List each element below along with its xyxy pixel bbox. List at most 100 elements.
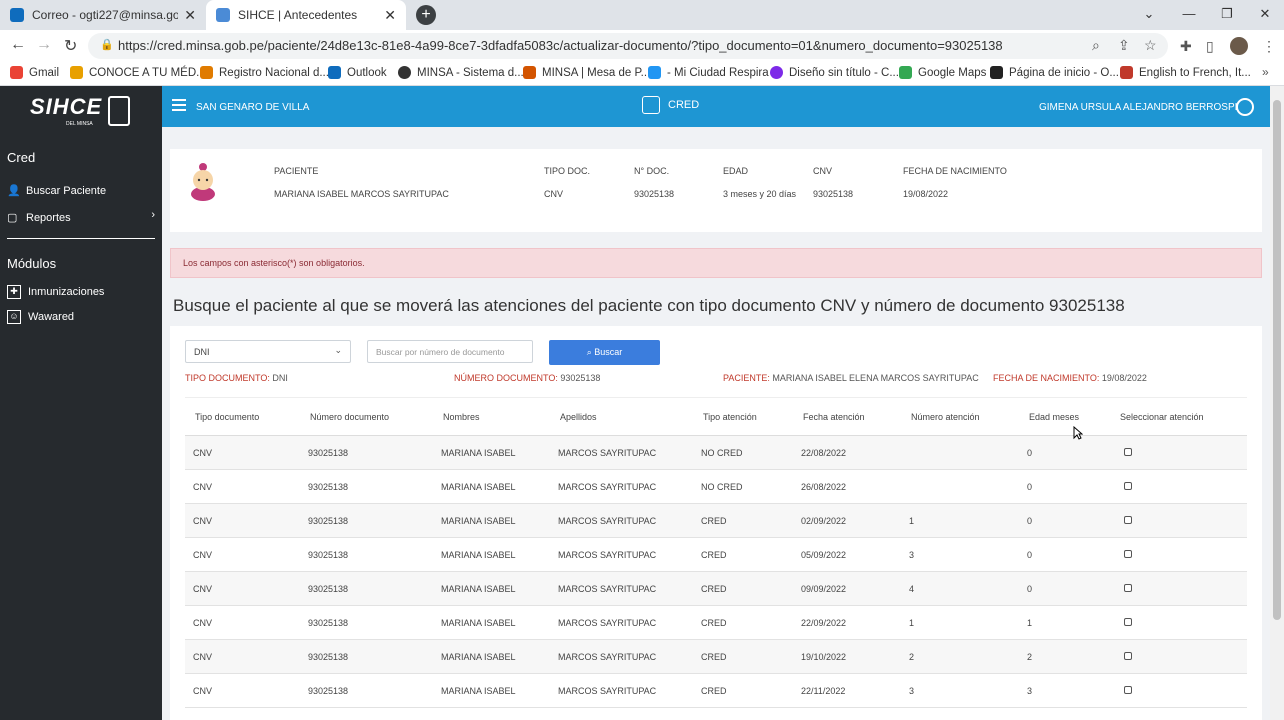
bookmark-item[interactable]: - Mi Ciudad Respira xyxy=(648,66,769,79)
share-icon[interactable]: ⇪ xyxy=(1118,37,1130,54)
sihce-logo[interactable]: SIHCE DEL MINSA xyxy=(30,94,130,128)
table-cell: 93025138 xyxy=(300,639,433,674)
bookmark-item[interactable]: Página de inicio - O... xyxy=(990,66,1119,79)
age-label: EDAD xyxy=(723,166,749,176)
table-row: CNV 93025138 MARIANA ISABEL MARCOS SAYRITUP… xyxy=(185,537,1247,572)
bookmark-item[interactable]: MINSA | Mesa de P... xyxy=(523,66,650,79)
doc-type-value: CNV xyxy=(544,189,564,199)
bookmark-item[interactable]: MINSA - Sistema d... xyxy=(398,66,524,79)
select-attention-checkbox[interactable] xyxy=(1124,515,1132,524)
sidebar-item-buscar-paciente[interactable]: 👤 Buscar Paciente xyxy=(7,184,106,198)
bookmark-item[interactable]: Registro Nacional d... xyxy=(200,66,329,79)
kebab-menu-icon[interactable]: ⋮ xyxy=(1262,38,1276,55)
birthdate-value: 19/08/2022 xyxy=(903,189,949,199)
result-patient-value: MARIANA ISABEL ELENA MARCOS SAYRITUPAC xyxy=(772,373,979,383)
syringe-icon: ✚ xyxy=(7,285,21,299)
extensions-icon[interactable]: ✚ xyxy=(1180,38,1192,55)
table-cell: 3 xyxy=(901,673,1019,708)
cnv-value: 93025138 xyxy=(813,189,854,199)
table-cell: NO CRED xyxy=(693,469,793,504)
result-doc-type: TIPO DOCUMENTO: DNI xyxy=(185,373,288,383)
doc-type-select[interactable]: DNI ⌄ xyxy=(185,340,351,363)
table-cell: CRED xyxy=(693,605,793,640)
bookmark-label: Outlook xyxy=(347,66,387,79)
outlook-icon xyxy=(328,66,341,79)
sidebar-item-inmunizaciones[interactable]: ✚ Inmunizaciones xyxy=(7,285,104,299)
scrollbar-thumb[interactable] xyxy=(1273,100,1281,620)
restore-button[interactable]: ❐ xyxy=(1208,0,1246,30)
back-arrow-icon[interactable]: ← xyxy=(10,36,26,54)
close-window-button[interactable]: ✕ xyxy=(1246,0,1284,30)
bookmark-item[interactable]: Diseño sin título - C... xyxy=(770,66,899,79)
select-attention-checkbox[interactable] xyxy=(1124,617,1132,626)
result-doc-number-value: 93025138 xyxy=(560,373,601,383)
doc-number-label: N° DOC. xyxy=(634,166,670,176)
result-doc-number-label: NÚMERO DOCUMENTO: xyxy=(454,373,558,383)
table-cell: 26/08/2022 xyxy=(793,469,901,504)
tab-label: SIHCE | Antecedentes xyxy=(238,8,358,22)
bookmark-label: Diseño sin título - C... xyxy=(789,66,899,79)
close-tab-icon[interactable]: ✕ xyxy=(384,7,396,24)
minimize-button[interactable]: — xyxy=(1170,0,1208,30)
reload-icon[interactable]: ↻ xyxy=(64,36,77,56)
user-icon: 👤 xyxy=(7,185,21,197)
page-scrollbar[interactable] xyxy=(1270,86,1284,720)
table-header-row: Tipo documento Número documento Nombres … xyxy=(185,397,1247,436)
star-icon[interactable]: ☆ xyxy=(1144,37,1157,54)
url-field[interactable]: 🔒 https://cred.minsa.gob.pe/paciente/24d… xyxy=(88,33,1168,59)
forward-arrow-icon[interactable]: → xyxy=(36,36,52,54)
table-cell: MARIANA ISABEL xyxy=(433,673,550,708)
hamburger-menu-icon[interactable] xyxy=(172,99,186,111)
select-cell xyxy=(1110,503,1247,538)
bookmark-favicon-icon xyxy=(398,66,411,79)
select-attention-checkbox[interactable] xyxy=(1124,447,1132,456)
select-cell xyxy=(1110,469,1247,504)
table-cell: CNV xyxy=(185,673,300,708)
new-tab-button[interactable]: + xyxy=(416,5,436,25)
user-avatar-icon[interactable] xyxy=(1236,98,1254,116)
address-bar-row: ← → ↻ 🔒 https://cred.minsa.gob.pe/pacien… xyxy=(0,30,1284,62)
mouse-cursor-icon xyxy=(1073,426,1083,440)
bookmark-favicon-icon xyxy=(1120,66,1133,79)
search-button[interactable]: ⌕ Buscar xyxy=(549,340,660,365)
gmail-icon xyxy=(10,66,23,79)
select-attention-checkbox[interactable] xyxy=(1124,685,1132,694)
table-cell: MARCOS SAYRITUPAC xyxy=(550,503,693,538)
bookmark-item[interactable]: CONOCE A TU MÉD... xyxy=(70,66,206,79)
table-cell: 22/11/2022 xyxy=(793,673,901,708)
select-attention-checkbox[interactable] xyxy=(1124,651,1132,660)
tab-search-icon[interactable]: ⌄ xyxy=(1130,0,1168,30)
bookmark-item[interactable]: Google Maps xyxy=(899,66,986,79)
profile-avatar[interactable] xyxy=(1230,37,1248,55)
user-name[interactable]: GIMENA URSULA ALEJANDRO BERROSPI xyxy=(1039,102,1237,113)
cnv-label: CNV xyxy=(813,166,833,176)
sidebar-icon[interactable]: ▯ xyxy=(1206,38,1214,55)
file-icon: ▢ xyxy=(7,212,18,224)
table-cell: CRED xyxy=(693,639,793,674)
select-attention-checkbox[interactable] xyxy=(1124,549,1132,558)
table-cell: 0 xyxy=(1019,503,1110,538)
close-tab-icon[interactable]: ✕ xyxy=(184,7,196,24)
table-cell: CNV xyxy=(185,605,300,640)
column-header: Apellidos xyxy=(550,397,693,436)
tab-correo[interactable]: Correo - ogti227@minsa.gob.pe ✕ xyxy=(0,0,206,30)
select-attention-checkbox[interactable] xyxy=(1124,583,1132,592)
bookmark-item[interactable]: Outlook xyxy=(328,66,387,79)
select-cell xyxy=(1110,673,1247,708)
bookmark-item[interactable]: Gmail xyxy=(10,66,59,79)
doc-type-label: TIPO DOC. xyxy=(544,166,591,176)
more-bookmarks-icon[interactable]: » xyxy=(1262,65,1269,79)
table-row: CNV 93025138 MARIANA ISABEL MARCOS SAYRITUP… xyxy=(185,605,1247,640)
document-number-input[interactable]: Buscar por número de documento xyxy=(367,340,533,363)
table-row: CNV 93025138 MARIANA ISABEL MARCOS SAYRITUP… xyxy=(185,435,1247,470)
sidebar-item-wawared[interactable]: ☺ Wawared xyxy=(7,310,74,324)
zoom-icon[interactable]: ⌕ xyxy=(1092,37,1100,54)
baby-icon: ☺ xyxy=(7,310,21,324)
tab-sihce[interactable]: SIHCE | Antecedentes ✕ xyxy=(206,0,406,30)
chevron-down-icon: ⌄ xyxy=(334,345,342,355)
table-cell: CNV xyxy=(185,639,300,674)
select-attention-checkbox[interactable] xyxy=(1124,481,1132,490)
bookmark-item[interactable]: English to French, It... xyxy=(1120,66,1251,79)
sidebar-item-reportes[interactable]: ▢ Reportes › xyxy=(7,209,155,224)
table-cell: 93025138 xyxy=(300,469,433,504)
